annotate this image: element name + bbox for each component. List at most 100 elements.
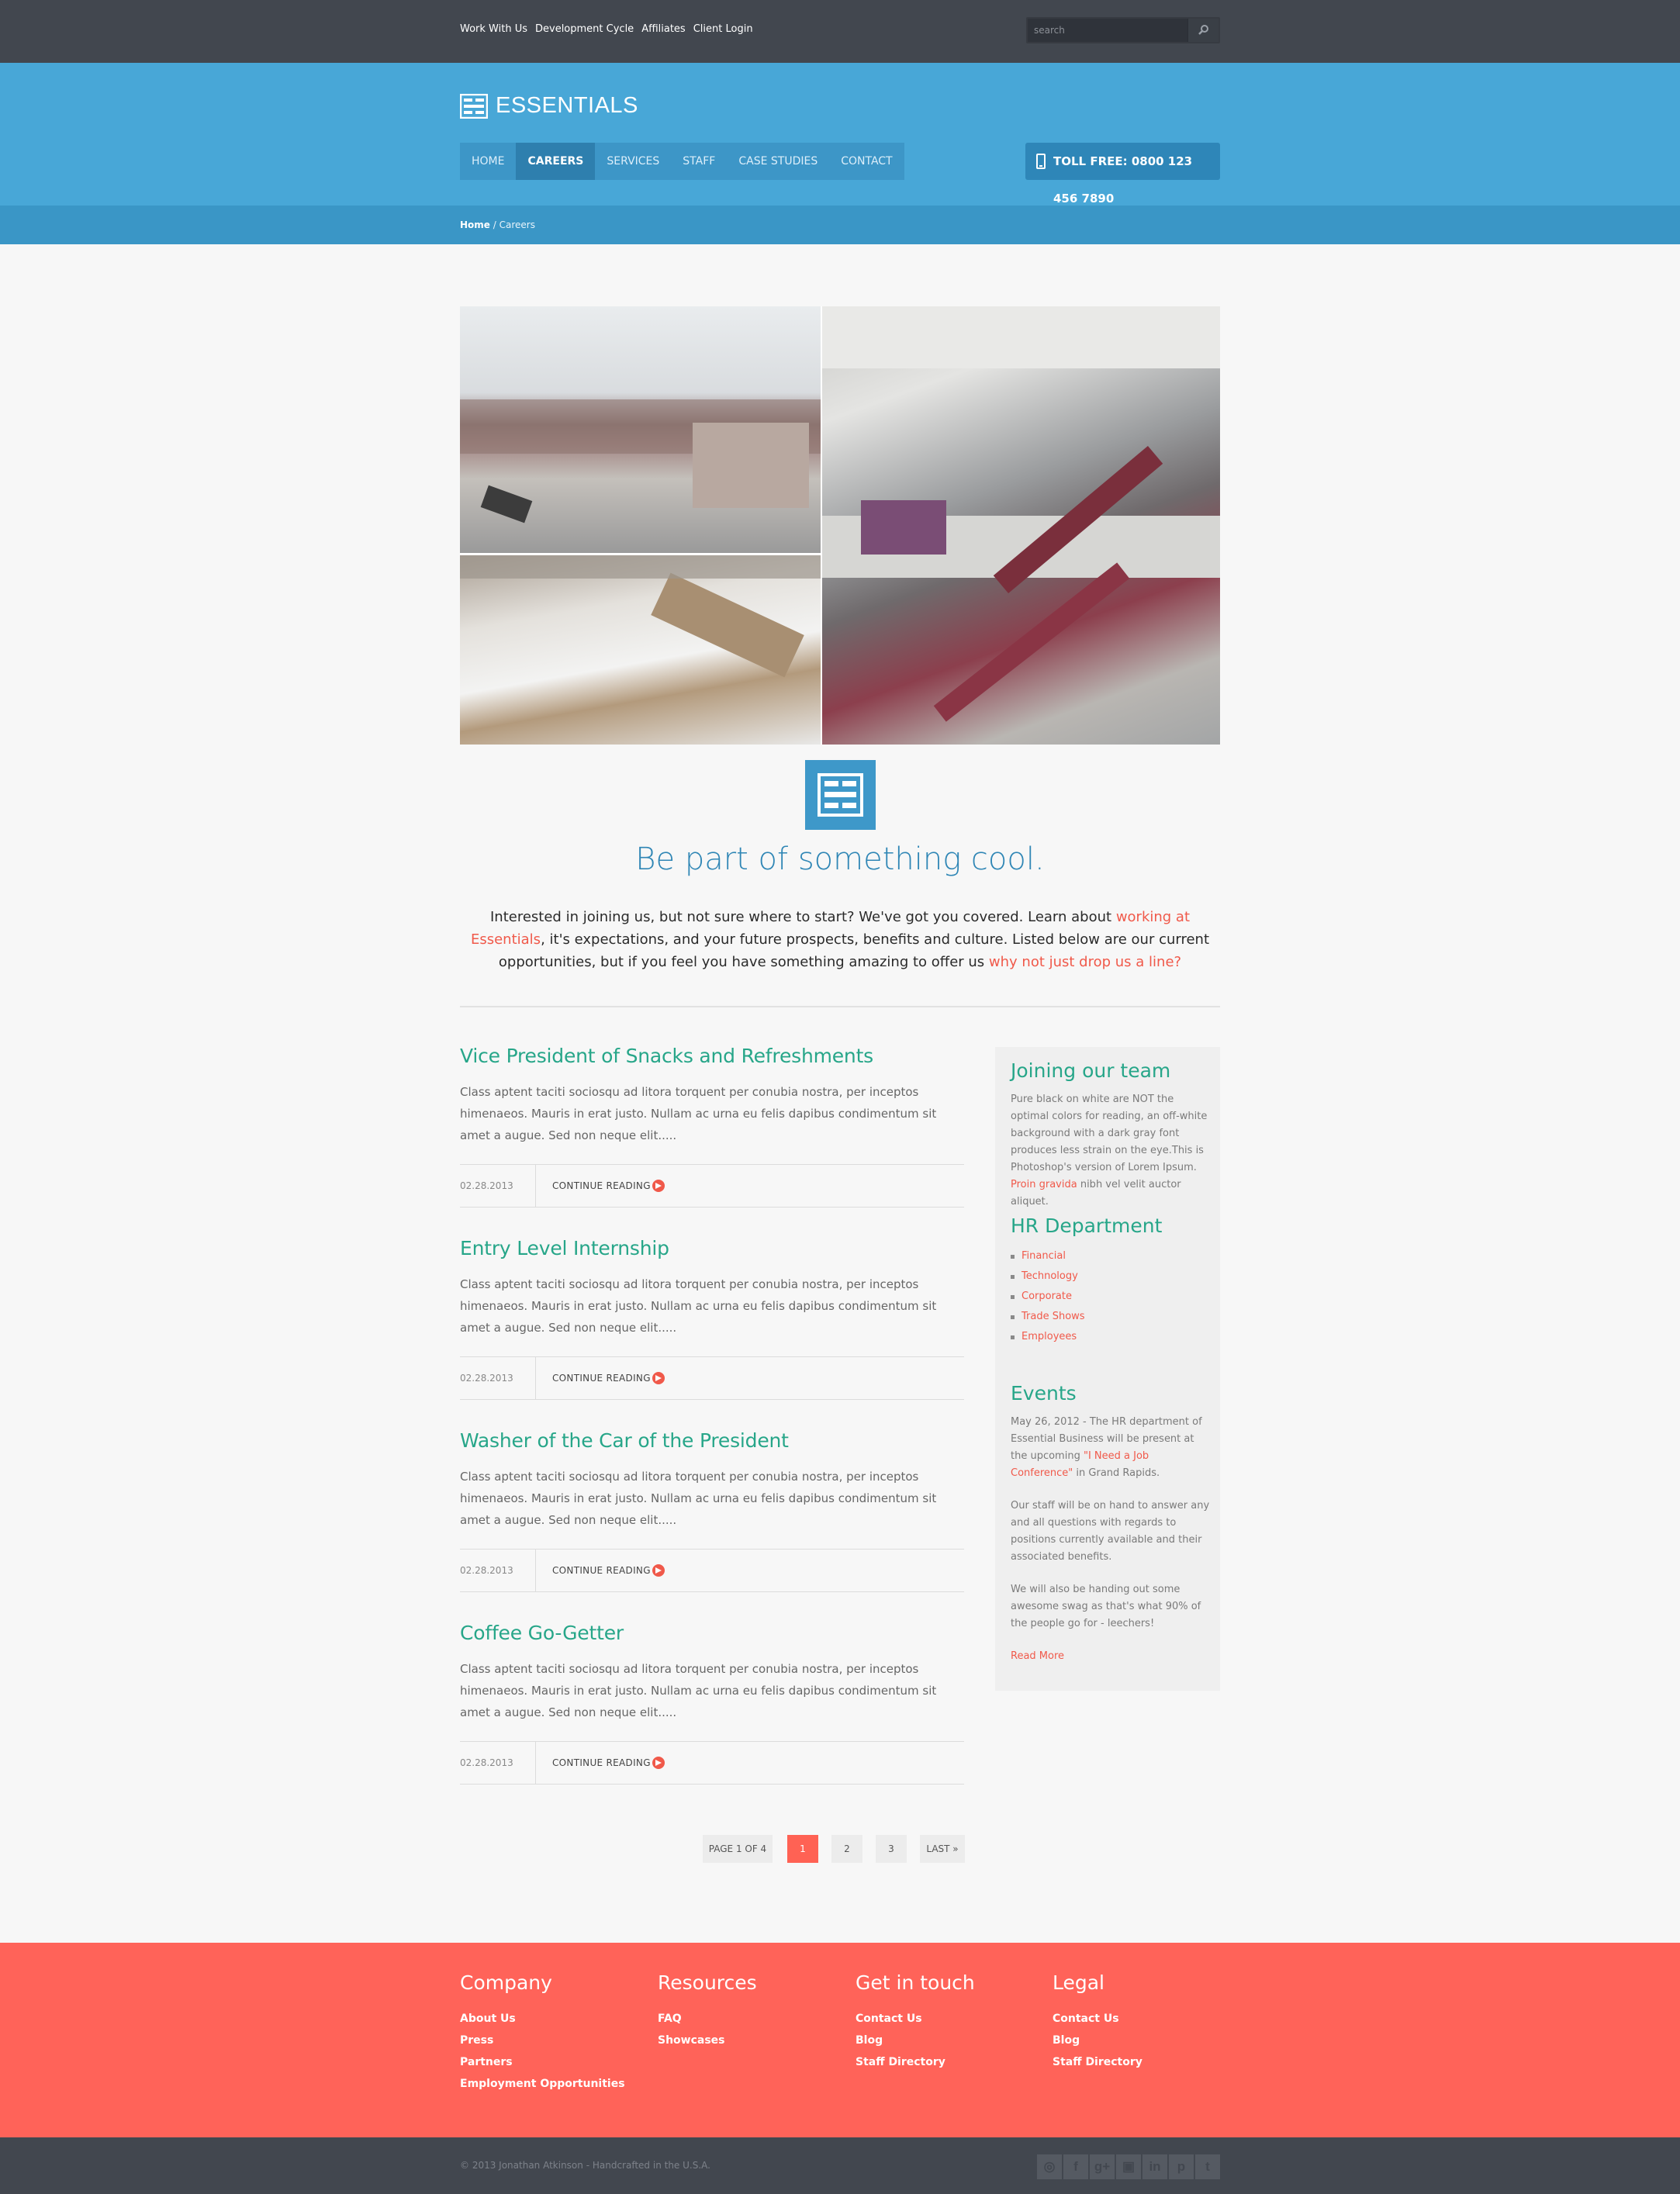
footer-link[interactable]: Staff Directory bbox=[1053, 2051, 1239, 2073]
footer-heading: Resources bbox=[658, 1971, 757, 1994]
footer-link[interactable]: Contact Us bbox=[1053, 2008, 1239, 2030]
hr-item-financial[interactable]: Financial bbox=[1011, 1246, 1212, 1266]
job-title[interactable]: Entry Level Internship bbox=[460, 1237, 964, 1259]
job-title[interactable]: Coffee Go-Getter bbox=[460, 1622, 964, 1644]
social-links: ◎ f g+ ▣ in p t bbox=[1037, 2154, 1220, 2179]
essentials-emblem-icon bbox=[818, 773, 863, 817]
drop-us-a-line-link[interactable]: why not just drop us a line? bbox=[989, 954, 1181, 970]
arrow-right-circle-icon[interactable] bbox=[652, 1564, 665, 1577]
post-date: 02.28.2013 bbox=[460, 1357, 536, 1399]
events-text-after: in Grand Rapids. bbox=[1073, 1467, 1160, 1479]
footer-link[interactable]: Employment Opportunities bbox=[460, 2073, 646, 2095]
footer-heading: Legal bbox=[1053, 1971, 1105, 1994]
google-plus-icon[interactable]: g+ bbox=[1090, 2154, 1115, 2179]
top-link-affiliates[interactable]: Affiliates bbox=[641, 23, 686, 35]
logo[interactable]: ESSENTIALS bbox=[460, 93, 638, 119]
phone-number: TOLL FREE: 0800 123 456 7890 bbox=[1053, 154, 1193, 206]
continue-reading-link[interactable]: CONTINUE READING bbox=[552, 1165, 651, 1207]
footer-link[interactable]: FAQ bbox=[658, 2008, 844, 2030]
page-headline: Be part of something cool. bbox=[635, 841, 1045, 877]
mobile-phone-icon bbox=[1036, 154, 1046, 169]
footer-link[interactable]: Press bbox=[460, 2030, 646, 2051]
job-post: Washer of the Car of the President Class… bbox=[460, 1429, 964, 1531]
breadcrumb-home[interactable]: Home bbox=[460, 219, 490, 230]
main-nav: HOME CAREERS SERVICES STAFF CASE STUDIES… bbox=[460, 143, 904, 180]
copyright: © 2013 Jonathan Atkinson - Handcrafted i… bbox=[460, 2160, 710, 2171]
intro-text-1: Interested in joining us, but not sure w… bbox=[489, 909, 1116, 925]
pagination-page-current[interactable]: 1 bbox=[787, 1835, 818, 1863]
office-lounge-photo bbox=[460, 306, 821, 553]
footer-link[interactable]: Contact Us bbox=[856, 2008, 1042, 2030]
breadcrumb-bar: Home / Careers bbox=[0, 206, 1680, 244]
bottom-bar: © 2013 Jonathan Atkinson - Handcrafted i… bbox=[0, 2137, 1680, 2194]
nav-item-contact[interactable]: CONTACT bbox=[829, 143, 904, 180]
job-excerpt: Class aptent taciti sociosqu ad litora t… bbox=[460, 1662, 937, 1719]
job-title[interactable]: Vice President of Snacks and Refreshment… bbox=[460, 1045, 964, 1067]
top-link-development-cycle[interactable]: Development Cycle bbox=[535, 23, 634, 35]
pinterest-icon[interactable]: p bbox=[1169, 2154, 1194, 2179]
arrow-right-circle-icon[interactable] bbox=[652, 1372, 665, 1384]
sidebar: Joining our team Pure black on white are… bbox=[995, 1047, 1220, 1691]
section-divider bbox=[460, 1006, 1220, 1007]
brand-name: ESSENTIALS bbox=[496, 93, 638, 118]
top-bar: Work With Us Development Cycle Affiliate… bbox=[0, 0, 1680, 63]
office-photo-collage bbox=[460, 306, 1220, 745]
nav-item-staff[interactable]: STAFF bbox=[671, 143, 727, 180]
nav-item-careers[interactable]: CAREERS bbox=[516, 143, 596, 180]
continue-reading-link[interactable]: CONTINUE READING bbox=[552, 1550, 651, 1591]
pagination-page[interactable]: 3 bbox=[876, 1835, 907, 1863]
joining-text: Pure black on white are NOT the optimal … bbox=[1011, 1094, 1208, 1173]
pagination-status: PAGE 1 OF 4 bbox=[703, 1835, 773, 1863]
job-excerpt: Class aptent taciti sociosqu ad litora t… bbox=[460, 1085, 937, 1142]
job-post: Entry Level Internship Class aptent taci… bbox=[460, 1237, 964, 1339]
top-link-client-login[interactable]: Client Login bbox=[693, 23, 753, 35]
hr-list: Financial Technology Corporate Trade Sho… bbox=[1011, 1246, 1212, 1347]
continue-reading-link[interactable]: CONTINUE READING bbox=[552, 1357, 651, 1399]
job-excerpt: Class aptent taciti sociosqu ad litora t… bbox=[460, 1277, 937, 1335]
pagination-page[interactable]: 2 bbox=[831, 1835, 862, 1863]
breadcrumb-separator: / bbox=[493, 219, 496, 230]
footer-link[interactable]: Blog bbox=[856, 2030, 1042, 2051]
nav-item-services[interactable]: SERVICES bbox=[595, 143, 671, 180]
instagram-icon[interactable]: ▣ bbox=[1116, 2154, 1141, 2179]
nav-item-home[interactable]: HOME bbox=[460, 143, 516, 180]
hr-item-employees[interactable]: Employees bbox=[1011, 1327, 1212, 1347]
utility-links: Work With Us Development Cycle Affiliate… bbox=[460, 23, 753, 35]
hr-item-corporate[interactable]: Corporate bbox=[1011, 1287, 1212, 1307]
footer-link[interactable]: Blog bbox=[1053, 2030, 1239, 2051]
job-title[interactable]: Washer of the Car of the President bbox=[460, 1429, 964, 1452]
footer-link[interactable]: About Us bbox=[460, 2008, 646, 2030]
footer-link[interactable]: Partners bbox=[460, 2051, 646, 2073]
pagination-last[interactable]: LAST » bbox=[920, 1835, 965, 1863]
essentials-emblem bbox=[805, 760, 876, 830]
post-meta: 02.28.2013 CONTINUE READING bbox=[460, 1356, 964, 1400]
footer-column-get-in-touch: Get in touch Contact Us Blog Staff Direc… bbox=[856, 1971, 1042, 2073]
office-meeting-table-photo bbox=[460, 555, 821, 745]
site-header: ESSENTIALS HOME CAREERS SERVICES STAFF C… bbox=[0, 63, 1680, 206]
nav-item-case-studies[interactable]: CASE STUDIES bbox=[727, 143, 829, 180]
post-date: 02.28.2013 bbox=[460, 1550, 536, 1591]
linkedin-icon[interactable]: in bbox=[1142, 2154, 1167, 2179]
footer-link[interactable]: Staff Directory bbox=[856, 2051, 1042, 2073]
top-link-work-with-us[interactable]: Work With Us bbox=[460, 23, 527, 35]
twitter-icon[interactable]: t bbox=[1195, 2154, 1220, 2179]
footer-column-company: Company About Us Press Partners Employme… bbox=[460, 1971, 646, 2095]
arrow-right-circle-icon[interactable] bbox=[652, 1757, 665, 1769]
search-button[interactable] bbox=[1187, 19, 1219, 42]
toll-free-phone[interactable]: TOLL FREE: 0800 123 456 7890 bbox=[1025, 143, 1220, 206]
footer-heading: Company bbox=[460, 1971, 552, 1994]
sidebar-joining: Joining our team Pure black on white are… bbox=[1011, 1059, 1212, 1211]
dribbble-icon[interactable]: ◎ bbox=[1037, 2154, 1062, 2179]
proin-gravida-link[interactable]: Proin gravida bbox=[1011, 1179, 1077, 1190]
sidebar-joining-text: Pure black on white are NOT the optimal … bbox=[1011, 1091, 1212, 1211]
footer-link[interactable]: Showcases bbox=[658, 2030, 844, 2051]
arrow-right-circle-icon[interactable] bbox=[652, 1180, 665, 1192]
facebook-icon[interactable]: f bbox=[1063, 2154, 1088, 2179]
sidebar-events-title: Events bbox=[1011, 1382, 1077, 1405]
hr-item-technology[interactable]: Technology bbox=[1011, 1266, 1212, 1287]
read-more-link[interactable]: Read More bbox=[1011, 1648, 1212, 1665]
hr-item-trade-shows[interactable]: Trade Shows bbox=[1011, 1307, 1212, 1327]
search-input[interactable]: search bbox=[1034, 25, 1186, 39]
continue-reading-link[interactable]: CONTINUE READING bbox=[552, 1742, 651, 1784]
job-post: Vice President of Snacks and Refreshment… bbox=[460, 1045, 964, 1146]
